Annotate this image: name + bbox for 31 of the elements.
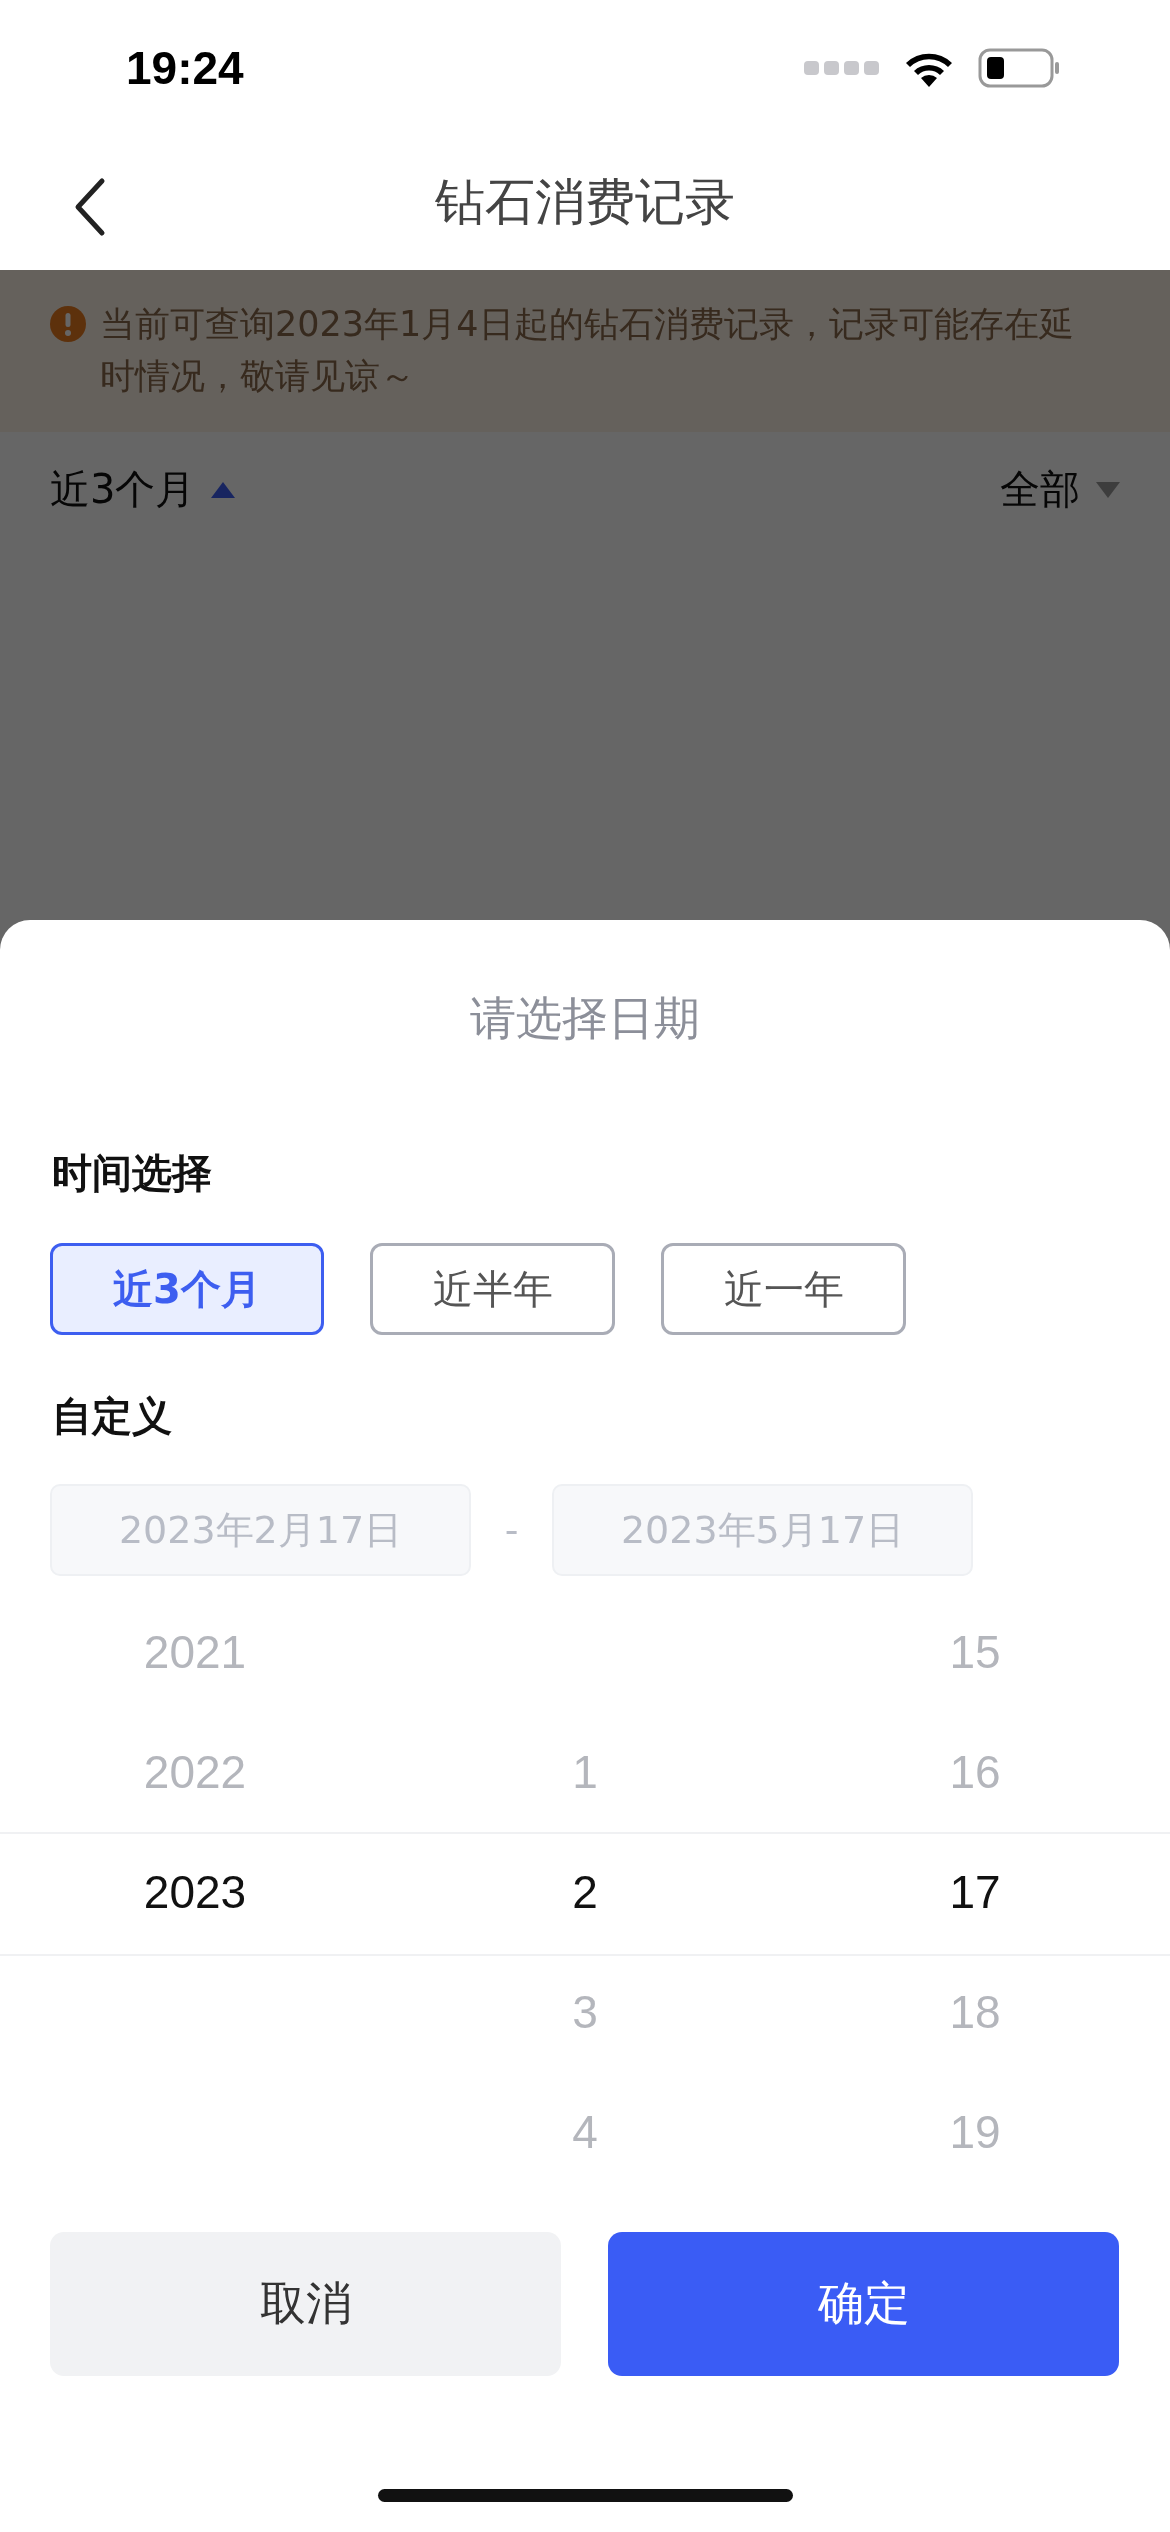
section-label: 自定义 xyxy=(52,1392,173,1441)
picker-option[interactable]: 1 xyxy=(572,1745,598,1799)
signal-icon xyxy=(804,58,880,77)
range-option[interactable]: 近3个月 xyxy=(50,1243,324,1335)
picker-option[interactable]: 2022 xyxy=(143,1745,247,1799)
picker-option[interactable]: 16 xyxy=(949,1745,1001,1799)
picker-option[interactable]: 17 xyxy=(949,1865,1001,1919)
filter-dropdown[interactable]: 近3个月 xyxy=(50,462,236,517)
battery-icon xyxy=(978,47,1060,88)
section-label: 时间选择 xyxy=(52,1149,213,1198)
page-title: 钻石消费记录 xyxy=(435,172,735,233)
picker-option[interactable]: 4 xyxy=(572,2105,598,2159)
cancel-button[interactable]: 取消 xyxy=(50,2232,561,2376)
date-separator: - xyxy=(503,1508,520,1552)
status-time: 19:24 xyxy=(126,40,244,95)
warning-icon xyxy=(50,306,86,342)
picker-option[interactable]: 19 xyxy=(949,2105,1001,2159)
start-date-field[interactable]: 2023年2月17日 xyxy=(50,1484,471,1576)
confirm-button[interactable]: 确定 xyxy=(608,2232,1119,2376)
picker-option[interactable]: 2021 xyxy=(143,1625,247,1679)
picker-option[interactable]: 2 xyxy=(572,1865,598,1919)
range-option[interactable]: 近半年 xyxy=(370,1243,615,1335)
picker-option[interactable]: 18 xyxy=(949,1985,1001,2039)
picker-option[interactable]: 2023 xyxy=(143,1865,247,1919)
notice-text: 当前可查询2023年1月4日起的钻石消费记录，记录可能存在延时情况，敬请见谅～ xyxy=(100,303,1075,398)
end-date-field[interactable]: 2023年5月17日 xyxy=(552,1484,973,1576)
picker-option[interactable]: 15 xyxy=(949,1625,1001,1679)
range-option[interactable]: 近一年 xyxy=(661,1243,906,1335)
filter-dropdown[interactable]: 全部 xyxy=(1000,462,1120,517)
picker-option[interactable]: 3 xyxy=(572,1985,598,2039)
sheet-title: 请选择日期 xyxy=(469,990,701,1047)
